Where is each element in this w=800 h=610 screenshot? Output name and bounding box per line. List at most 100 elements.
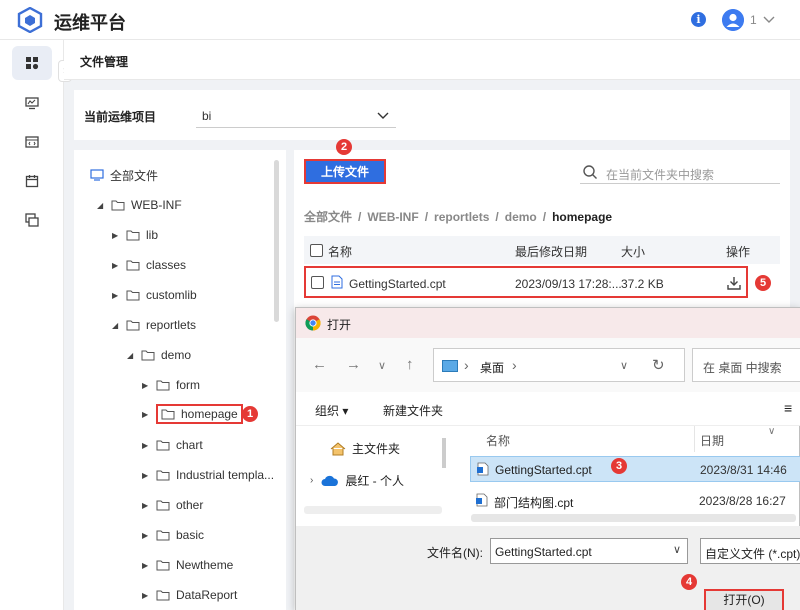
folder-icon xyxy=(156,470,170,481)
nav-windows[interactable] xyxy=(12,203,52,237)
page-title: 文件管理 xyxy=(80,55,129,69)
folder-icon xyxy=(156,590,170,601)
list-item[interactable]: GettingStarted.cpt 2023/8/31 14:46 xyxy=(470,456,800,482)
dialog-search-placeholder: 在 桌面 中搜索 xyxy=(703,361,782,375)
file-icon xyxy=(331,275,343,289)
select-all-checkbox[interactable] xyxy=(310,244,323,257)
sidebar-scrollbar[interactable] xyxy=(442,438,446,468)
tree-item-customlib[interactable]: ▶ customlib xyxy=(112,285,197,305)
caret-down-icon[interactable]: ◢ xyxy=(97,201,107,210)
nav-monitor[interactable] xyxy=(12,86,52,120)
breadcrumb-item[interactable]: demo xyxy=(505,210,537,224)
list-item[interactable]: 部门结构图.cpt 2023/8/28 16:27 xyxy=(470,488,800,514)
folder-icon xyxy=(156,560,170,571)
breadcrumb-item[interactable]: reportlets xyxy=(434,210,489,224)
tree-root[interactable]: 全部文件 xyxy=(90,165,158,185)
file-modified: 2023/09/13 17:28:... xyxy=(515,277,622,291)
caret-right-icon[interactable]: ▶ xyxy=(142,501,152,510)
refresh-icon[interactable]: ↻ xyxy=(652,356,665,374)
tree-item-datareport[interactable]: ▶ DataReport xyxy=(142,585,237,605)
tree-item-homepage[interactable]: ▶ homepage xyxy=(142,404,243,424)
tree-item-classes[interactable]: ▶ classes xyxy=(112,255,186,275)
caret-right-icon[interactable]: ▶ xyxy=(112,261,122,270)
table-row[interactable]: GettingStarted.cpt 2023/09/13 17:28:... … xyxy=(304,266,748,298)
col-name[interactable]: 名称 xyxy=(486,432,510,449)
user-name[interactable]: 1 xyxy=(750,13,757,27)
caret-right-icon[interactable]: ▶ xyxy=(142,561,152,570)
tree-item-form[interactable]: ▶ form xyxy=(142,375,200,395)
caret-right-icon[interactable]: ▶ xyxy=(142,410,152,419)
tree-item-demo[interactable]: ◢ demo xyxy=(127,345,191,365)
sidebar-item-home[interactable]: 主文件夹 xyxy=(330,440,400,457)
caret-right-icon[interactable]: ▶ xyxy=(112,291,122,300)
open-button[interactable]: 打开(O) xyxy=(704,589,784,610)
caret-right-icon[interactable]: ▶ xyxy=(142,471,152,480)
file-list-hscrollbar[interactable] xyxy=(471,514,796,522)
address-text[interactable]: 桌面 xyxy=(480,359,504,376)
caret-right-icon[interactable]: ▶ xyxy=(142,381,152,390)
breadcrumb-current: homepage xyxy=(552,210,613,224)
caret-down-icon[interactable]: ◢ xyxy=(112,321,122,330)
monitor-icon xyxy=(25,97,39,110)
chevron-down-icon[interactable]: ∨ xyxy=(378,359,386,372)
tree-item-label: basic xyxy=(176,528,205,542)
project-select[interactable]: bi xyxy=(196,104,396,128)
breadcrumb-item[interactable]: WEB-INF xyxy=(367,210,418,224)
caret-right-icon[interactable]: ▶ xyxy=(112,231,122,240)
breadcrumb-item[interactable]: 全部文件 xyxy=(304,210,352,224)
chevron-down-icon[interactable]: ∨ xyxy=(620,359,628,372)
file-search[interactable]: 在当前文件夹中搜索 xyxy=(580,160,780,184)
caret-down-icon[interactable]: ◢ xyxy=(127,351,137,360)
download-icon[interactable] xyxy=(726,275,742,291)
sidebar-item-onedrive[interactable]: › 晨红 - 个人 xyxy=(310,472,404,489)
nav-calendar[interactable] xyxy=(12,164,52,198)
tree-item-newtheme[interactable]: ▶ Newtheme xyxy=(142,555,233,575)
dialog-search-input[interactable]: 在 桌面 中搜索 xyxy=(692,348,800,382)
folder-icon xyxy=(126,320,140,331)
nav-dashboard[interactable] xyxy=(12,46,52,80)
filetype-select[interactable]: 自定义文件 (*.cpt) xyxy=(700,538,800,564)
avatar[interactable] xyxy=(722,9,744,31)
tree-item-web-inf[interactable]: ◢ WEB-INF xyxy=(97,195,182,215)
caret-right-icon[interactable]: ▶ xyxy=(142,591,152,600)
col-size: 大小 xyxy=(621,245,646,259)
tree-item-label: form xyxy=(176,378,200,392)
tree-item-industrial[interactable]: ▶ Industrial templa... xyxy=(142,465,274,485)
new-folder-button[interactable]: 新建文件夹 xyxy=(383,402,443,419)
tree-item-reportlets[interactable]: ◢ reportlets xyxy=(112,315,196,335)
col-date[interactable]: 日期 xyxy=(700,432,724,449)
upload-file-button[interactable]: 上传文件 xyxy=(304,159,386,184)
up-arrow-icon[interactable]: ↑ xyxy=(406,356,414,373)
tree-scrollbar[interactable] xyxy=(274,160,279,322)
chevron-down-icon[interactable]: ∨ xyxy=(673,543,681,556)
folder-icon xyxy=(156,380,170,391)
tree-item-basic[interactable]: ▶ basic xyxy=(142,525,204,545)
filename-input[interactable]: GettingStarted.cpt ∨ xyxy=(490,538,688,564)
file-name: 部门结构图.cpt xyxy=(494,496,574,510)
row-checkbox[interactable] xyxy=(311,276,324,289)
home-icon xyxy=(330,441,346,455)
breadcrumb-separator: › xyxy=(464,357,469,373)
chevron-right-icon[interactable]: › xyxy=(310,475,313,486)
caret-right-icon[interactable]: ▶ xyxy=(142,441,152,450)
forward-arrow-icon[interactable]: → xyxy=(346,356,361,373)
tree-item-chart[interactable]: ▶ chart xyxy=(142,435,203,455)
nav-code[interactable] xyxy=(12,125,52,159)
info-icon[interactable]: i xyxy=(691,12,706,27)
col-modified: 最后修改日期 xyxy=(515,245,588,259)
search-input[interactable]: 在当前文件夹中搜索 xyxy=(606,166,714,183)
caret-right-icon[interactable]: ▶ xyxy=(142,531,152,540)
tree-item-other[interactable]: ▶ other xyxy=(142,495,203,515)
left-nav xyxy=(0,40,64,610)
open-file-dialog: 打开 ← → ∨ ↑ › 桌面 › ∨ ↻ 在 桌面 中搜索 组织 ▾ 新建文件… xyxy=(295,307,800,610)
tree-item-label: other xyxy=(176,498,204,512)
back-arrow-icon[interactable]: ← xyxy=(312,356,327,373)
tree-item-lib[interactable]: ▶ lib xyxy=(112,225,158,245)
organize-menu[interactable]: 组织 ▾ xyxy=(315,402,348,419)
file-name[interactable]: GettingStarted.cpt xyxy=(349,277,446,291)
chevron-down-icon[interactable] xyxy=(762,11,776,27)
sidebar-hscrollbar[interactable] xyxy=(304,506,442,514)
project-label: 当前运维项目 xyxy=(84,110,157,124)
address-bar[interactable]: › 桌面 › ∨ ↻ xyxy=(433,348,685,382)
view-menu-icon[interactable]: ≡ xyxy=(784,400,792,416)
